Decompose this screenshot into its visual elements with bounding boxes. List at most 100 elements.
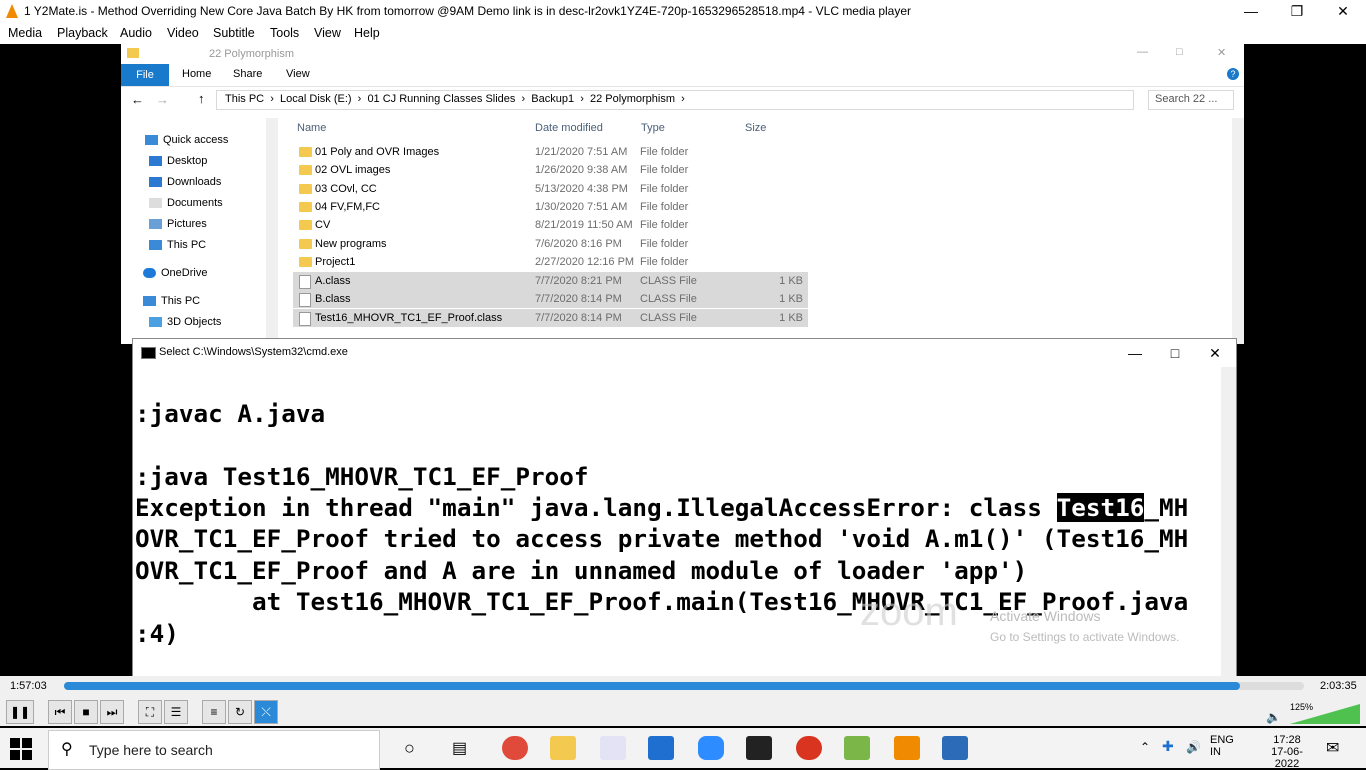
explorer-minimize-button[interactable]: —: [1137, 46, 1148, 58]
breadcrumb-polymorphism[interactable]: 22 Polymorphism: [590, 93, 675, 105]
file-row[interactable]: B.class 7/7/2020 8:14 PM CLASS File 1 KB: [293, 290, 808, 308]
folder-icon: [299, 202, 312, 212]
search-input[interactable]: Search 22 ...: [1148, 90, 1234, 110]
folder-icon: [127, 48, 139, 58]
system-clock[interactable]: 17:28 17-06-2022: [1262, 734, 1312, 770]
nav-pictures[interactable]: Pictures: [149, 218, 207, 230]
menu-view[interactable]: View: [314, 26, 341, 40]
photos-icon[interactable]: [942, 736, 968, 760]
download-icon: [149, 177, 162, 188]
speaker-icon[interactable]: 🔈: [1266, 710, 1281, 724]
cmd-line: Exception in thread "main" java.lang.Ill…: [135, 493, 1189, 522]
explorer-maximize-button[interactable]: □: [1176, 46, 1183, 58]
close-button[interactable]: ✕: [1320, 0, 1366, 23]
breadcrumb-backup1[interactable]: Backup1: [531, 93, 574, 105]
nav-this-pc-quick[interactable]: This PC: [149, 239, 206, 251]
next-button[interactable]: ⏭: [100, 700, 124, 724]
nav-scrollbar[interactable]: [266, 118, 278, 344]
menu-help[interactable]: Help: [354, 26, 380, 40]
ribbon-tab-file[interactable]: File: [121, 64, 169, 86]
cortana-icon[interactable]: ○: [404, 738, 415, 759]
volume-icon[interactable]: 🔊: [1186, 740, 1201, 754]
restore-button[interactable]: ❐: [1274, 0, 1320, 23]
file-explorer-icon[interactable]: [550, 736, 576, 760]
menu-audio[interactable]: Audio: [120, 26, 152, 40]
network-icon[interactable]: ✚: [1162, 738, 1174, 755]
file-row[interactable]: Project1 2/27/2020 12:16 PM File folder: [293, 253, 808, 271]
nav-downloads[interactable]: Downloads: [149, 176, 221, 188]
file-row[interactable]: CV 8/21/2019 11:50 AM File folder: [293, 216, 808, 234]
store-icon[interactable]: [648, 736, 674, 760]
recorder-icon[interactable]: [796, 736, 822, 760]
task-view-icon[interactable]: ▤: [452, 738, 467, 758]
nav-documents[interactable]: Documents: [149, 197, 223, 209]
nav-3d-objects[interactable]: 3D Objects: [149, 316, 221, 328]
file-row[interactable]: 04 FV,FM,FC 1/30/2020 7:51 AM File folder: [293, 198, 808, 216]
nav-onedrive[interactable]: OneDrive: [143, 267, 207, 279]
language-indicator[interactable]: ENG IN: [1210, 734, 1234, 758]
cmd-maximize-button[interactable]: □: [1155, 339, 1195, 367]
ribbon-tab-home[interactable]: Home: [182, 68, 211, 80]
back-arrow-icon[interactable]: ←: [131, 92, 144, 107]
help-icon[interactable]: ?: [1227, 68, 1239, 80]
up-arrow-icon[interactable]: ↑: [198, 91, 205, 106]
column-type[interactable]: Type: [641, 122, 665, 134]
minimize-button[interactable]: —: [1228, 0, 1274, 23]
file-row[interactable]: 02 OVL images 1/26/2020 9:38 AM File folde…: [293, 161, 808, 179]
file-row[interactable]: New programs 7/6/2020 8:16 PM File folder: [293, 235, 808, 253]
file-row[interactable]: 01 Poly and OVR Images 1/21/2020 7:51 AM F…: [293, 143, 808, 161]
notification-icon[interactable]: ✉: [1326, 738, 1339, 758]
column-date[interactable]: Date modified: [535, 122, 603, 134]
nav-this-pc[interactable]: This PC: [143, 295, 200, 307]
address-bar[interactable]: This PC › Local Disk (E:) › 01 CJ Runnin…: [216, 90, 1134, 110]
sticky-notes-icon[interactable]: [746, 736, 772, 760]
snipping-tool-icon[interactable]: [600, 736, 626, 760]
cmd-minimize-button[interactable]: —: [1115, 339, 1155, 367]
pictures-icon: [149, 219, 162, 230]
playlist-button[interactable]: ≡: [202, 700, 226, 724]
search-icon: ⚲: [61, 741, 73, 758]
ribbon-tab-share[interactable]: Share: [233, 68, 262, 80]
windows-start-icon[interactable]: [10, 738, 32, 760]
cmd-close-button[interactable]: ✕: [1195, 339, 1235, 367]
pause-button[interactable]: ❚❚: [6, 700, 34, 724]
menu-media[interactable]: Media: [8, 26, 42, 40]
time-elapsed: 1:57:03: [10, 680, 47, 692]
vlc-icon[interactable]: [894, 736, 920, 760]
file-list-scrollbar[interactable]: [1232, 118, 1244, 344]
cmd-scrollbar[interactable]: [1221, 367, 1236, 677]
previous-button[interactable]: ⏮: [48, 700, 72, 724]
column-size[interactable]: Size: [745, 122, 766, 134]
file-row[interactable]: A.class 7/7/2020 8:21 PM CLASS File 1 KB: [293, 272, 808, 290]
ribbon-tab-view[interactable]: View: [286, 68, 310, 80]
notepad-icon[interactable]: [844, 736, 870, 760]
file-row[interactable]: Test16_MHOVR_TC1_EF_Proof.class 7/7/2020 …: [293, 309, 808, 327]
shuffle-button[interactable]: ⤬: [254, 700, 278, 724]
column-headers: Name Date modified Type Size: [289, 118, 989, 136]
breadcrumb-local-disk[interactable]: Local Disk (E:): [280, 93, 352, 105]
stop-button[interactable]: ■: [74, 700, 98, 724]
desktop-icon: [149, 156, 162, 167]
chevron-up-icon[interactable]: ⌃: [1140, 740, 1150, 754]
forward-arrow-icon[interactable]: →: [156, 92, 169, 107]
loop-button[interactable]: ↻: [228, 700, 252, 724]
zoom-icon[interactable]: [698, 736, 724, 760]
breadcrumb-this-pc[interactable]: This PC: [225, 93, 264, 105]
file-row[interactable]: 03 COvl, CC 5/13/2020 4:38 PM File folder: [293, 180, 808, 198]
nav-quick-access[interactable]: Quick access: [145, 134, 228, 146]
fullscreen-button[interactable]: ⛶: [138, 700, 162, 724]
time-total[interactable]: 2:03:35: [1320, 680, 1357, 692]
vlc-cone-icon: [6, 4, 18, 18]
menu-tools[interactable]: Tools: [270, 26, 299, 40]
cmd-line: OVR_TC1_EF_Proof and A are in unnamed mo…: [135, 556, 1028, 585]
taskbar-search[interactable]: ⚲ Type here to search: [48, 730, 380, 770]
chrome-icon[interactable]: [502, 736, 528, 760]
extended-settings-button[interactable]: ☰: [164, 700, 188, 724]
column-name[interactable]: Name: [297, 122, 326, 134]
menu-video[interactable]: Video: [167, 26, 199, 40]
menu-subtitle[interactable]: Subtitle: [213, 26, 255, 40]
menu-playback[interactable]: Playback: [57, 26, 108, 40]
breadcrumb-slides[interactable]: 01 CJ Running Classes Slides: [367, 93, 515, 105]
nav-desktop[interactable]: Desktop: [149, 155, 207, 167]
explorer-close-button[interactable]: ✕: [1217, 46, 1226, 59]
